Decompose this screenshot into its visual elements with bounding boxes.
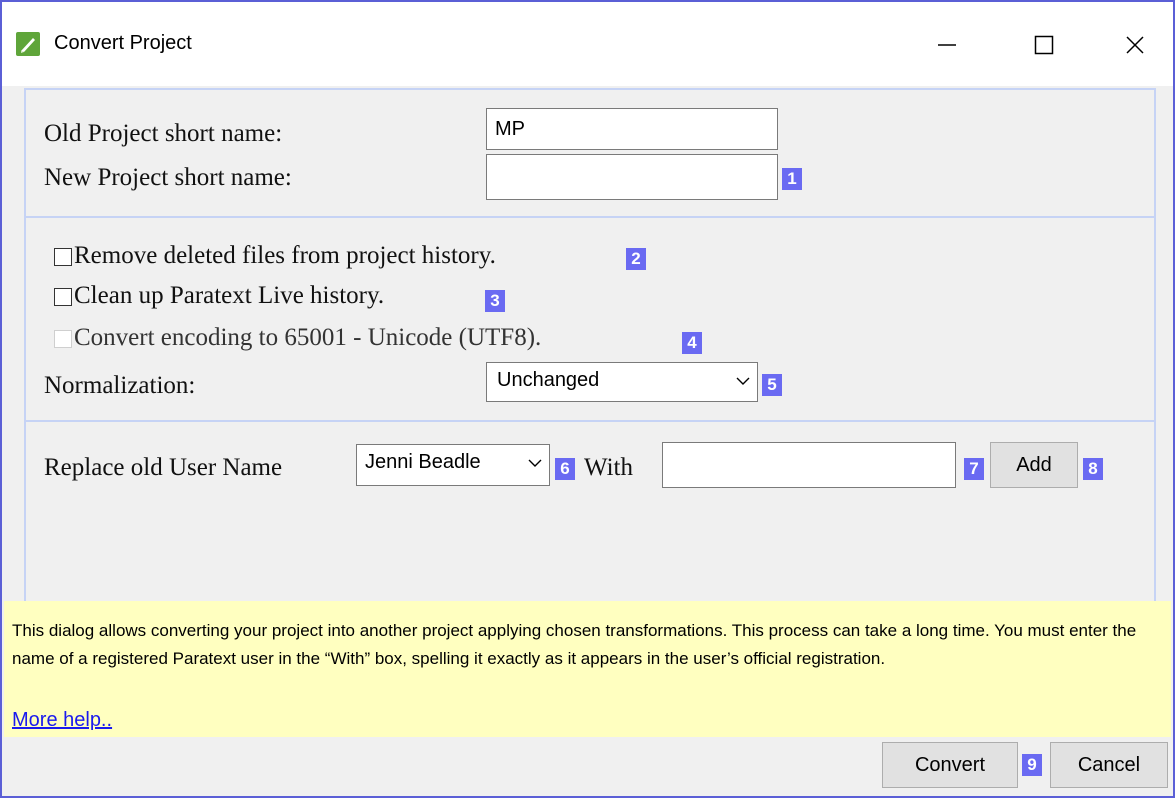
user-names-panel: Replace old User Name Jenni Beadle 6 Wit… — [24, 420, 1156, 603]
minimize-button[interactable] — [912, 20, 982, 70]
help-panel: This dialog allows converting your proje… — [4, 601, 1171, 737]
more-help-link[interactable]: More help.. — [12, 709, 112, 732]
badge-new-project: 1 — [782, 168, 802, 190]
badge-add: 8 — [1083, 458, 1103, 480]
badge-convert: 9 — [1022, 754, 1042, 776]
old-user-select[interactable]: Jenni Beadle — [356, 444, 550, 486]
with-label: With — [584, 454, 633, 481]
convert-encoding-label: Convert encoding to 65001 - Unicode (UTF… — [74, 324, 542, 351]
badge-new-user: 7 — [964, 458, 984, 480]
normalization-select[interactable]: Unchanged — [486, 362, 758, 402]
convert-encoding-checkbox — [54, 330, 72, 348]
remove-deleted-label: Remove deleted files from project histor… — [74, 242, 496, 269]
new-project-field[interactable] — [486, 154, 778, 200]
chevron-down-icon — [528, 459, 542, 467]
title-bar: Convert Project — [2, 2, 1173, 86]
remove-deleted-checkbox[interactable] — [54, 248, 72, 266]
badge-normalization: 5 — [762, 374, 782, 396]
options-panel: Remove deleted files from project histor… — [24, 216, 1156, 422]
normalization-value: Unchanged — [497, 369, 600, 391]
maximize-icon — [1034, 35, 1054, 55]
window-title: Convert Project — [54, 32, 192, 54]
badge-convert-encoding: 4 — [682, 332, 702, 354]
minimize-icon — [938, 44, 956, 46]
badge-old-user: 6 — [555, 458, 575, 480]
badge-clean-live: 3 — [485, 290, 505, 312]
old-project-field[interactable] — [486, 108, 778, 150]
cancel-button[interactable]: Cancel — [1050, 742, 1168, 788]
old-user-value: Jenni Beadle — [365, 451, 481, 473]
help-text: This dialog allows converting your proje… — [12, 621, 1137, 668]
project-names-panel: Old Project short name: New Project shor… — [24, 88, 1156, 218]
old-project-label: Old Project short name: — [44, 120, 283, 147]
replace-user-label: Replace old User Name — [44, 454, 283, 481]
new-project-label: New Project short name: — [44, 164, 292, 191]
add-button[interactable]: Add — [990, 442, 1078, 488]
paratext-icon — [16, 32, 40, 56]
clean-live-label: Clean up Paratext Live history. — [74, 282, 385, 309]
clean-live-checkbox[interactable] — [54, 288, 72, 306]
badge-remove-deleted: 2 — [626, 248, 646, 270]
convert-button[interactable]: Convert — [882, 742, 1018, 788]
new-user-field[interactable] — [662, 442, 956, 488]
convert-project-dialog: Convert Project Old Project short name: … — [0, 0, 1175, 798]
close-button[interactable] — [1100, 20, 1170, 70]
normalization-label: Normalization: — [44, 372, 196, 399]
maximize-button[interactable] — [1009, 20, 1079, 70]
close-icon — [1126, 36, 1144, 54]
chevron-down-icon — [736, 377, 750, 385]
